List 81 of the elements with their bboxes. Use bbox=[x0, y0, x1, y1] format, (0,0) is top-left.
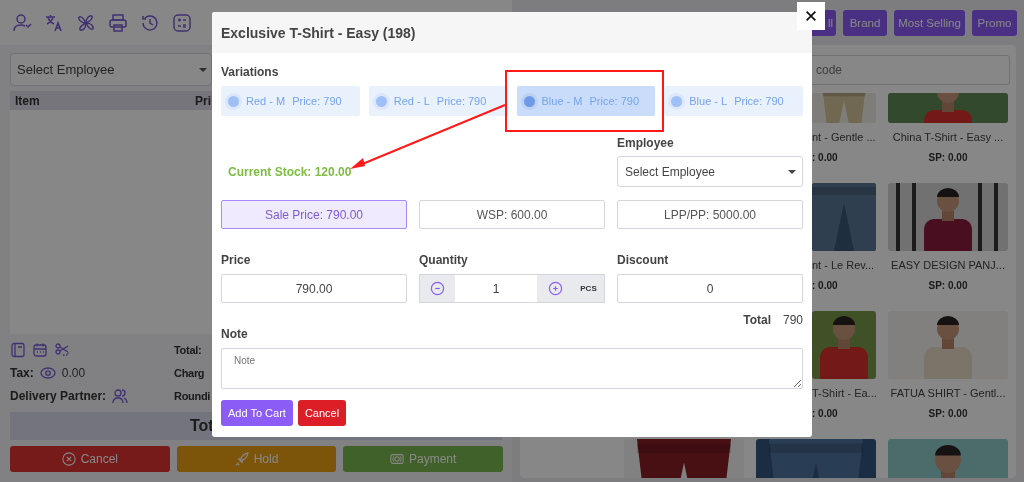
scissors-icon[interactable] bbox=[54, 341, 70, 358]
category-button[interactable]: Most Selling bbox=[894, 9, 965, 36]
note-label: Note bbox=[221, 327, 248, 341]
user-icon[interactable] bbox=[12, 12, 32, 33]
employee-select[interactable]: Select Employee bbox=[617, 156, 803, 187]
plus-icon bbox=[547, 281, 563, 296]
variation-name: Blue - M bbox=[541, 95, 583, 107]
category-button[interactable]: Promo bbox=[972, 9, 1017, 36]
variations-label: Variations bbox=[221, 65, 279, 79]
notebook-icon[interactable] bbox=[10, 341, 26, 358]
variation-option[interactable]: Red - M Price: 790 bbox=[221, 86, 360, 116]
add-to-cart-button[interactable]: Add To Cart bbox=[221, 400, 293, 426]
cancel-button[interactable]: Cancel bbox=[10, 446, 170, 472]
column-header: Pri bbox=[195, 93, 211, 108]
product-price: : 0.00 bbox=[811, 408, 838, 419]
variation-price: Price: 790 bbox=[734, 95, 784, 107]
total-value: 790 bbox=[782, 313, 803, 327]
total-label: Total bbox=[743, 313, 771, 327]
product-price: : 0.00 bbox=[811, 280, 838, 291]
caret-icon bbox=[788, 169, 796, 174]
grand-total-label: Tot bbox=[190, 417, 214, 435]
money-icon bbox=[390, 452, 404, 466]
note-field[interactable]: Note bbox=[221, 348, 803, 389]
price-option[interactable]: Sale Price: 790.00 bbox=[221, 200, 407, 229]
minus-icon bbox=[430, 281, 445, 296]
total-label: Total: bbox=[174, 343, 203, 356]
price-field[interactable]: 790.00 bbox=[221, 274, 407, 303]
close-icon bbox=[61, 452, 76, 466]
price-option[interactable]: WSP: 600.00 bbox=[419, 200, 605, 229]
increment-button[interactable] bbox=[537, 274, 573, 303]
close-icon bbox=[804, 9, 818, 23]
rounding-label: Roundi bbox=[174, 389, 212, 402]
product-name[interactable]: China T-Shirt - Easy ... bbox=[892, 131, 1004, 143]
column-header: Item bbox=[14, 93, 41, 108]
calendar-icon[interactable] bbox=[32, 341, 48, 358]
employee-select[interactable]: Select Employee bbox=[10, 53, 212, 86]
delivery-partner-label: Delivery Partner: bbox=[10, 388, 107, 403]
quantity-field[interactable]: 1 bbox=[455, 274, 537, 303]
clover-icon[interactable] bbox=[76, 12, 96, 33]
product-name[interactable]: EASY DESIGN PANJ... bbox=[891, 259, 1005, 271]
printer-icon[interactable] bbox=[108, 12, 128, 33]
variation-name: Blue - L bbox=[689, 95, 728, 107]
category-button[interactable]: Brand bbox=[843, 9, 887, 36]
caret-icon bbox=[199, 67, 207, 72]
unit-label: PCS bbox=[573, 274, 605, 303]
product-price: SP: 0.00 bbox=[928, 152, 968, 163]
clock-icon[interactable] bbox=[140, 12, 160, 33]
current-stock: Current Stock: 120.00 bbox=[227, 165, 353, 181]
cancel-button[interactable]: Cancel bbox=[297, 400, 347, 426]
employee-label: Employee bbox=[617, 136, 675, 150]
discount-field[interactable]: 0 bbox=[617, 274, 803, 303]
charge-label: Charg bbox=[174, 366, 206, 379]
price-label: Price bbox=[221, 253, 252, 267]
variation-price: Price: 790 bbox=[436, 95, 487, 107]
tax-value: 0.00 bbox=[61, 365, 86, 380]
product-name[interactable]: FATUA SHIRT - Gentl... bbox=[890, 387, 1006, 399]
dialog-title: Exclusive T-Shirt - Easy (198) bbox=[221, 24, 416, 41]
variation-option[interactable]: Red - L Price: 790 bbox=[368, 86, 508, 116]
rocket-icon bbox=[234, 452, 249, 466]
translate-icon[interactable] bbox=[44, 12, 64, 33]
quantity-label: Quantity bbox=[419, 253, 469, 267]
users-icon[interactable] bbox=[112, 387, 129, 404]
product-price: : 0.00 bbox=[811, 152, 838, 163]
variation-price: Price: 790 bbox=[292, 95, 342, 107]
variation-price: Price: 790 bbox=[589, 95, 639, 107]
product-price: SP: 0.00 bbox=[928, 408, 968, 419]
variation-option[interactable]: Blue - L Price: 790 bbox=[664, 86, 803, 116]
radio-icon bbox=[228, 95, 239, 107]
tax-label: Tax: bbox=[10, 365, 34, 380]
decrement-button[interactable] bbox=[419, 274, 455, 303]
variation-name: Red - L bbox=[393, 95, 430, 107]
product-price: SP: 0.00 bbox=[928, 280, 968, 291]
close-button[interactable] bbox=[797, 2, 825, 30]
discount-label: Discount bbox=[617, 253, 670, 267]
radio-icon bbox=[523, 95, 535, 107]
radio-icon bbox=[375, 95, 387, 107]
calculator-icon[interactable] bbox=[172, 12, 192, 33]
radio-icon bbox=[671, 95, 683, 107]
eye-icon[interactable] bbox=[39, 364, 56, 381]
variation-name: Red - M bbox=[246, 95, 286, 107]
price-option[interactable]: LPP/PP: 5000.00 bbox=[617, 200, 803, 229]
